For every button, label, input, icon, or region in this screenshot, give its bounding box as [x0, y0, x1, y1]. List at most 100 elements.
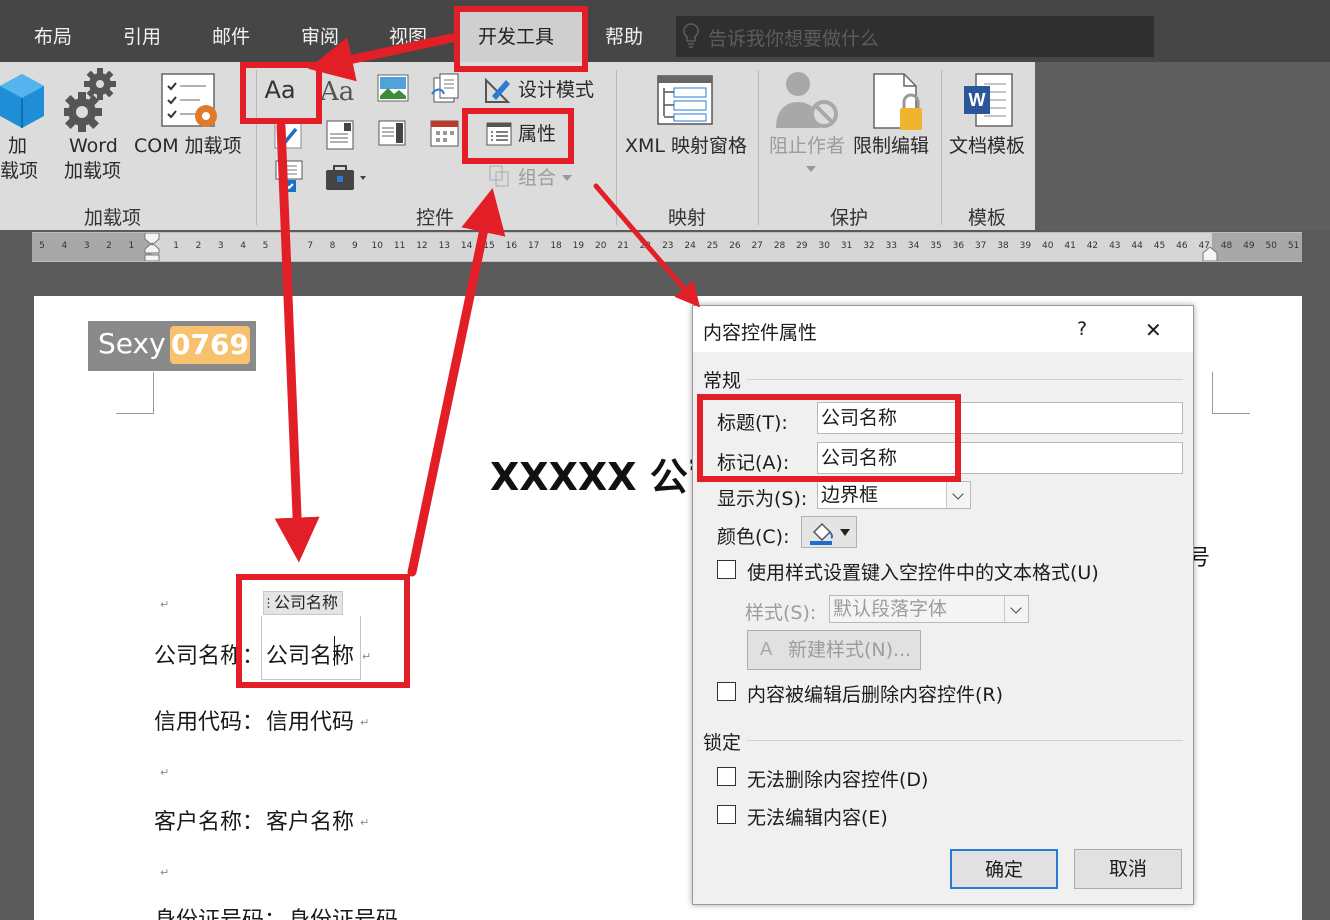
- watermark-logo: Sexy 0769: [88, 321, 256, 371]
- ruler-number: 45: [1153, 241, 1166, 251]
- ruler-numbers: 5 4 3 2 1 1 2 3 4 5 7 8 9 10 11 12 13 14 15 16 17 18 19 20 21 22 2…: [32, 241, 1302, 255]
- group-separator: [616, 70, 617, 225]
- watermark-text: Sexy: [98, 327, 166, 360]
- ruler-number: 44: [1131, 241, 1143, 251]
- tell-me-placeholder: 告诉我你想要做什么: [708, 28, 880, 50]
- legacy-tools-icon[interactable]: [324, 162, 368, 194]
- tab-references[interactable]: 引用: [123, 22, 161, 52]
- ruler-number: 15: [483, 241, 495, 251]
- design-mode-icon: [485, 77, 511, 103]
- dialog-title: 内容控件属性: [703, 322, 818, 344]
- ruler-number: 31: [840, 241, 853, 251]
- ruler-number: 26: [729, 241, 741, 251]
- ruler-number: 13: [438, 241, 451, 251]
- tab-review[interactable]: 审阅: [301, 22, 339, 52]
- remove-when-edited-checkbox[interactable]: [717, 682, 736, 701]
- picture-control-icon[interactable]: [377, 74, 409, 104]
- ruler-number: 28: [773, 241, 786, 251]
- group-label-protect: 保护: [830, 207, 869, 229]
- tell-me-search[interactable]: 告诉我你想要做什么: [676, 16, 1154, 57]
- chevron-down-icon: [562, 175, 572, 181]
- cancel-button[interactable]: 取消: [1074, 849, 1182, 889]
- checkbox-control-icon[interactable]: [274, 121, 302, 149]
- ruler-number: 1: [173, 241, 179, 251]
- ruler-number: 20: [595, 241, 607, 251]
- addins-label-2: 载项: [0, 160, 39, 182]
- repeating-section-control-icon[interactable]: [275, 160, 305, 194]
- section-general: 常规: [703, 370, 742, 392]
- date-picker-control-icon[interactable]: [430, 118, 460, 148]
- ruler-number: 24: [684, 241, 696, 251]
- dropdown-list-control-icon[interactable]: [378, 120, 408, 148]
- document-title: XXXXX 公司: [490, 455, 726, 499]
- group-label-addins: 加载项: [84, 207, 142, 229]
- ruler-number: 43: [1109, 241, 1121, 251]
- ruler-number: 14: [460, 241, 473, 251]
- id-number-value: 身份证号码: [288, 902, 398, 920]
- word-document-icon: W: [964, 73, 1013, 127]
- close-icon[interactable]: ✕: [1145, 318, 1162, 342]
- show-as-select[interactable]: 边界框: [817, 481, 971, 509]
- customer-name-value: 客户名称: [266, 810, 355, 835]
- right-indent-marker-icon[interactable]: [1202, 247, 1218, 261]
- cannot-edit-checkbox[interactable]: [717, 805, 736, 824]
- ruler-number: 5: [262, 241, 269, 251]
- ok-button[interactable]: 确定: [950, 849, 1058, 889]
- tab-mailings[interactable]: 邮件: [212, 22, 250, 52]
- ruler-number: 49: [1243, 241, 1255, 251]
- ruler-number: 42: [1086, 241, 1099, 251]
- indent-marker-icon[interactable]: [144, 233, 160, 261]
- show-as-value: 边界框: [821, 484, 879, 506]
- cannot-delete-checkbox[interactable]: [717, 767, 736, 786]
- new-style-button[interactable]: A 新建样式(N)...: [747, 630, 921, 670]
- ruler-number: 3: [83, 241, 90, 251]
- ruler-number: 25: [706, 241, 719, 251]
- ruler-number: 2: [195, 241, 202, 251]
- checklist-gear-icon: [161, 73, 217, 127]
- cannot-delete-label: 无法删除内容控件(D): [747, 769, 929, 791]
- ruler-number: 11: [393, 241, 406, 251]
- annotation-box-properties: [462, 108, 574, 164]
- help-icon[interactable]: ?: [1077, 318, 1087, 340]
- tab-help[interactable]: 帮助: [605, 22, 643, 52]
- tab-layout[interactable]: 布局: [34, 22, 72, 52]
- ruler-number: 21: [617, 241, 629, 251]
- annotation-box-rich-text-control: [240, 62, 322, 124]
- document-template-label: 文档模板: [949, 135, 1026, 157]
- addin-cube-icon: [0, 74, 44, 128]
- com-addins-label: COM 加载项: [134, 135, 242, 157]
- ruler-number: 9: [352, 241, 358, 251]
- ruler-number: 22: [639, 241, 652, 251]
- ruler-number: 2: [106, 241, 112, 251]
- word-addins-label-1: Word: [69, 135, 118, 157]
- section-lock: 锁定: [703, 732, 742, 754]
- ruler-number: 4: [240, 241, 246, 251]
- ruler-number: 34: [907, 241, 920, 251]
- new-style-icon: A: [760, 639, 773, 660]
- group-separator: [758, 70, 759, 225]
- show-as-label: 显示为(S):: [717, 488, 808, 510]
- crop-mark: [116, 372, 154, 414]
- ruler-number: 4: [61, 241, 68, 251]
- horizontal-ruler[interactable]: 5 4 3 2 1 1 2 3 4 5 7 8 9 10 11 12 13 14 15 16 17 18 19 20 21 22 2…: [32, 232, 1302, 262]
- xml-mapping-label: XML 映射窗格: [625, 135, 748, 157]
- ruler-number: 8: [329, 241, 336, 251]
- combo-box-control-icon[interactable]: [326, 120, 356, 150]
- ruler-number: 5: [39, 241, 45, 251]
- ruler-number: 1: [128, 241, 135, 251]
- tab-view[interactable]: 视图: [389, 22, 427, 52]
- style-select[interactable]: 默认段落字体: [829, 595, 1029, 623]
- ruler-number: 17: [527, 241, 540, 251]
- ruler-number: 3: [217, 241, 224, 251]
- chevron-down-icon: [840, 529, 850, 536]
- color-picker-button[interactable]: [801, 516, 857, 548]
- ruler-number: 38: [997, 241, 1009, 251]
- use-style-checkbox[interactable]: [717, 560, 736, 579]
- chevron-down-icon: [1004, 596, 1028, 622]
- remove-when-edited-label: 内容被编辑后删除内容控件(R): [747, 684, 1004, 706]
- color-label: 颜色(C):: [717, 526, 790, 548]
- ribbon-tab-bar: 布局 引用 邮件 审阅 视图 开发工具 帮助 告诉我你想要做什么: [0, 0, 1330, 64]
- building-block-icon[interactable]: [430, 72, 462, 106]
- plain-text-control-icon[interactable]: Aa: [320, 72, 366, 112]
- section-divider: [747, 379, 1183, 380]
